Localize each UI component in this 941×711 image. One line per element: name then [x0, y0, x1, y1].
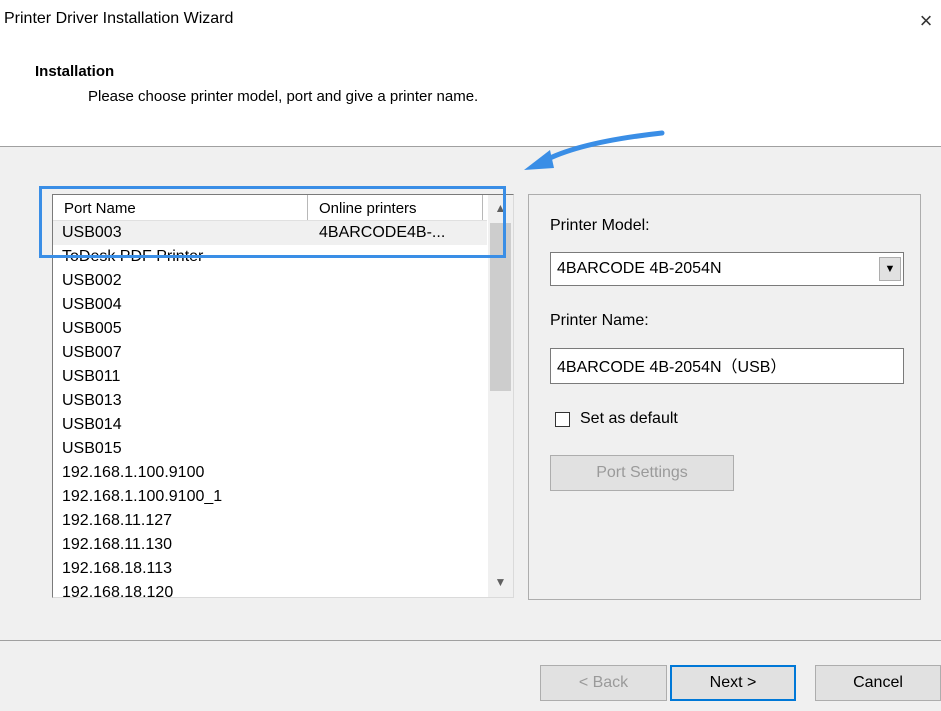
- list-item[interactable]: USB004: [53, 293, 487, 317]
- port-name-cell: USB004: [62, 296, 122, 313]
- printer-model-label: Printer Model:: [550, 217, 650, 234]
- close-icon[interactable]: ×: [911, 8, 941, 34]
- set-default-checkbox[interactable]: [555, 412, 570, 427]
- next-button[interactable]: Next >: [670, 665, 796, 701]
- list-item[interactable]: USB007: [53, 341, 487, 365]
- port-name-cell: USB015: [62, 440, 122, 457]
- port-name-cell: USB011: [62, 368, 121, 385]
- scroll-down-icon[interactable]: ▼: [488, 571, 513, 593]
- list-item[interactable]: USB014: [53, 413, 487, 437]
- list-item[interactable]: 192.168.18.113: [53, 557, 487, 581]
- footer-divider: [0, 640, 941, 641]
- port-name-cell: USB002: [62, 272, 122, 289]
- printer-name-input[interactable]: [551, 349, 897, 381]
- page-subtitle: Please choose printer model, port and gi…: [88, 88, 479, 105]
- port-name-cell: 192.168.18.120: [62, 584, 174, 598]
- list-item[interactable]: USB013: [53, 389, 487, 413]
- page-title: Installation: [35, 63, 115, 80]
- title-bar: Printer Driver Installation Wizard ×: [0, 0, 941, 40]
- annotation-highlight-box: [39, 186, 506, 258]
- list-item[interactable]: USB005: [53, 317, 487, 341]
- back-button[interactable]: < Back: [540, 665, 667, 701]
- printer-name-field[interactable]: [550, 348, 904, 384]
- port-name-cell: 192.168.11.127: [62, 512, 173, 529]
- annotation-arrow-icon: [524, 130, 665, 170]
- set-default-label: Set as default: [580, 410, 678, 427]
- list-item[interactable]: 192.168.11.130: [53, 533, 487, 557]
- port-name-cell: 192.168.1.100.9100_1: [62, 488, 223, 505]
- port-name-cell: USB007: [62, 344, 122, 361]
- wizard-header: Installation Please choose printer model…: [0, 40, 941, 147]
- port-name-cell: USB005: [62, 320, 122, 337]
- cancel-button[interactable]: Cancel: [815, 665, 941, 701]
- port-name-cell: USB013: [62, 392, 122, 409]
- port-settings-button[interactable]: Port Settings: [550, 455, 734, 491]
- port-name-cell: 192.168.18.113: [62, 560, 173, 577]
- printer-model-value: 4BARCODE 4B-2054N: [557, 260, 722, 277]
- list-item[interactable]: 192.168.1.100.9100_1: [53, 485, 487, 509]
- port-name-cell: 192.168.1.100.9100: [62, 464, 205, 481]
- port-list-rows: USB003 4BARCODE4B-... ToDesk PDF Printer US…: [53, 221, 487, 598]
- window-title: Printer Driver Installation Wizard: [4, 10, 234, 27]
- list-item[interactable]: USB011: [53, 365, 487, 389]
- list-item[interactable]: USB015: [53, 437, 487, 461]
- list-item[interactable]: 192.168.1.100.9100: [53, 461, 487, 485]
- list-item[interactable]: 192.168.11.127: [53, 509, 487, 533]
- list-item[interactable]: 192.168.18.120: [53, 581, 487, 598]
- list-item[interactable]: USB002: [53, 269, 487, 293]
- chevron-down-icon[interactable]: ▼: [879, 257, 901, 281]
- port-name-cell: 192.168.11.130: [62, 536, 173, 553]
- printer-model-select[interactable]: 4BARCODE 4B-2054N ▼: [550, 252, 904, 286]
- printer-name-label: Printer Name:: [550, 312, 649, 329]
- port-name-cell: USB014: [62, 416, 122, 433]
